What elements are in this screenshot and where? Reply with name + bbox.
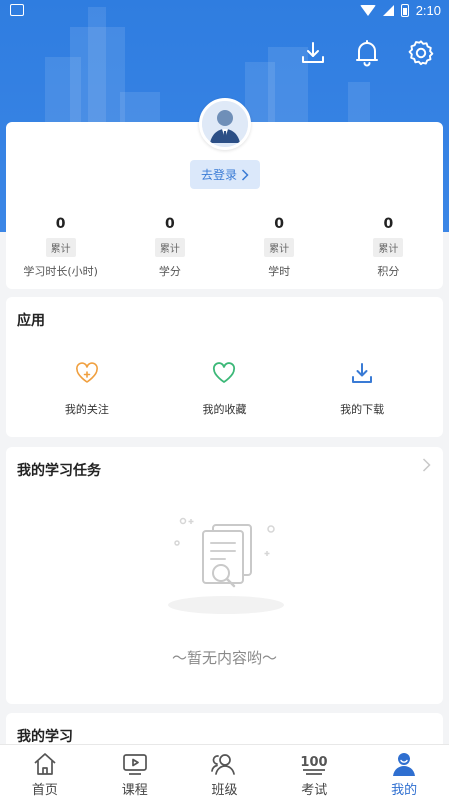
stat-label: 积分	[377, 265, 400, 278]
download-icon[interactable]	[299, 38, 327, 68]
nav-courses[interactable]: 课程	[90, 745, 180, 800]
stat-badge: 累计	[45, 238, 76, 257]
app-label: 我的关注	[64, 403, 109, 416]
nav-home[interactable]: 首页	[0, 745, 90, 800]
tasks-card: 我的学习任务 〜暂无内容哟〜	[6, 447, 443, 704]
signal-icon	[382, 5, 394, 16]
stat-study-hours[interactable]: 0 累计 学习时长(小时)	[6, 214, 115, 279]
status-bar: 2:10	[0, 0, 449, 24]
stat-badge: 累计	[154, 238, 185, 257]
play-icon	[121, 751, 149, 777]
login-button[interactable]: 去登录	[190, 160, 260, 189]
stat-badge: 累计	[373, 238, 404, 257]
profile-card: 去登录 0 累计 学习时长(小时) 0 累计 学分 0 累计 学时 0 累计 积…	[6, 98, 443, 289]
stat-credits[interactable]: 0 累计 学分	[115, 214, 224, 279]
nav-label: 课程	[121, 783, 148, 798]
apps-title: 应用	[17, 313, 45, 329]
bottom-nav: 首页 课程 班级 100 考试 我的	[0, 744, 449, 800]
stat-badge: 累计	[264, 238, 295, 257]
nav-label: 考试	[301, 783, 328, 798]
nav-label: 我的	[391, 783, 418, 798]
tasks-title: 我的学习任务	[17, 463, 101, 479]
wifi-icon	[359, 5, 376, 16]
avatar[interactable]	[198, 98, 251, 150]
stat-value: 0	[165, 216, 175, 232]
empty-state-illustration	[161, 511, 291, 621]
notification-icon	[10, 4, 24, 16]
exam-icon: 100	[300, 751, 328, 777]
chevron-right-icon	[241, 168, 249, 181]
nav-label: 班级	[211, 783, 238, 798]
stat-label: 学习时长(小时)	[23, 265, 98, 278]
status-time: 2:10	[415, 3, 441, 18]
app-label: 我的收藏	[202, 403, 247, 416]
battery-icon	[400, 4, 409, 17]
stats-row: 0 累计 学习时长(小时) 0 累计 学分 0 累计 学时 0 累计 积分	[6, 214, 443, 279]
nav-mine[interactable]: 我的	[359, 745, 449, 800]
stat-points[interactable]: 0 累计 积分	[334, 214, 443, 279]
svg-text:100: 100	[301, 755, 328, 770]
login-label: 去登录	[200, 168, 237, 182]
app-my-follows[interactable]: 我的关注	[32, 359, 142, 417]
group-icon	[210, 751, 238, 777]
chevron-right-icon[interactable]	[422, 457, 431, 476]
stat-label: 学分	[158, 265, 181, 278]
apps-card: 应用 我的关注 我的收藏 我的下载	[6, 297, 443, 437]
bell-icon[interactable]	[353, 38, 381, 68]
heart-icon	[210, 359, 238, 387]
gear-icon[interactable]	[407, 38, 435, 68]
heart-plus-icon	[73, 359, 101, 387]
stat-class-hours[interactable]: 0 累计 学时	[225, 214, 334, 279]
user-icon	[390, 751, 418, 777]
app-my-downloads[interactable]: 我的下载	[307, 359, 417, 417]
home-icon	[31, 751, 59, 777]
header-actions	[299, 38, 435, 68]
download-icon	[348, 359, 376, 387]
app-my-favorites[interactable]: 我的收藏	[169, 359, 279, 417]
stat-label: 学时	[268, 265, 291, 278]
nav-exam[interactable]: 100 考试	[269, 745, 359, 800]
empty-state-text: 〜暂无内容哟〜	[171, 649, 277, 667]
nav-class[interactable]: 班级	[180, 745, 270, 800]
study-title: 我的学习	[17, 729, 73, 745]
stat-value: 0	[274, 216, 284, 232]
stat-value: 0	[383, 216, 394, 232]
app-label: 我的下载	[340, 403, 385, 416]
stat-value: 0	[55, 216, 66, 232]
nav-label: 首页	[31, 783, 58, 798]
